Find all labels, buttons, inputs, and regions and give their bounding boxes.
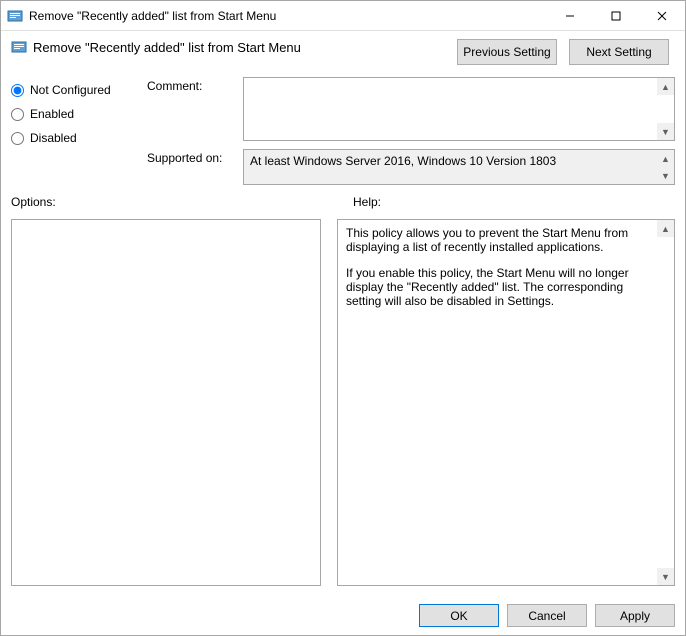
radio-disabled-input[interactable] [11,132,24,145]
previous-setting-button[interactable]: Previous Setting [457,39,557,65]
ok-button[interactable]: OK [419,604,499,627]
scroll-up-icon[interactable]: ▲ [657,150,674,167]
options-label: Options: [11,195,333,213]
supported-row: Supported on: At least Windows Server 20… [147,149,675,185]
close-button[interactable] [639,1,685,31]
scroll-down-icon[interactable]: ▼ [657,123,674,140]
next-setting-button[interactable]: Next Setting [569,39,669,65]
radio-label: Not Configured [30,83,111,97]
content-area: Remove "Recently added" list from Start … [1,31,685,596]
maximize-button[interactable] [593,1,639,31]
window-title: Remove "Recently added" list from Start … [29,9,547,23]
scroll-down-icon[interactable]: ▼ [657,167,674,184]
header-row: Remove "Recently added" list from Start … [11,39,675,65]
radio-enabled-input[interactable] [11,108,24,121]
state-radio-group: Not Configured Enabled Disabled [11,83,131,145]
apply-button[interactable]: Apply [595,604,675,627]
scrollbar[interactable]: ▲ ▼ [657,220,674,585]
dialog-window: Remove "Recently added" list from Start … [0,0,686,636]
header-title: Remove "Recently added" list from Start … [33,40,301,55]
supported-on-value: At least Windows Server 2016, Windows 10… [250,154,556,168]
help-panel: This policy allows you to prevent the St… [337,219,675,586]
supported-on-text: At least Windows Server 2016, Windows 10… [243,149,675,185]
minimize-button[interactable] [547,1,593,31]
scroll-down-icon[interactable]: ▼ [657,568,674,585]
supported-label: Supported on: [147,149,233,185]
help-label: Help: [353,195,675,213]
options-panel [11,219,321,586]
help-paragraph: If you enable this policy, the Start Men… [346,266,656,308]
comment-row: Comment: ▲ ▼ [147,77,675,141]
radio-not-configured-input[interactable] [11,84,24,97]
policy-icon [7,8,23,24]
radio-not-configured[interactable]: Not Configured [11,83,131,97]
comment-textarea[interactable]: ▲ ▼ [243,77,675,141]
radio-label: Disabled [30,131,77,145]
panels-row: This policy allows you to prevent the St… [11,219,675,586]
scrollbar[interactable]: ▲ ▼ [657,78,674,140]
scroll-up-icon[interactable]: ▲ [657,220,674,237]
titlebar-buttons [547,1,685,31]
help-paragraph: This policy allows you to prevent the St… [346,226,656,254]
policy-icon [11,39,27,55]
radio-enabled[interactable]: Enabled [11,107,131,121]
titlebar: Remove "Recently added" list from Start … [1,1,685,31]
section-labels-row: Options: Help: [11,195,675,213]
mid-section: Not Configured Enabled Disabled Comment:… [11,77,675,185]
state-column: Not Configured Enabled Disabled [11,77,131,185]
scroll-up-icon[interactable]: ▲ [657,78,674,95]
cancel-button[interactable]: Cancel [507,604,587,627]
comment-label: Comment: [147,77,233,141]
footer: OK Cancel Apply [1,596,685,635]
radio-label: Enabled [30,107,74,121]
scrollbar[interactable]: ▲ ▼ [657,150,674,184]
radio-disabled[interactable]: Disabled [11,131,131,145]
